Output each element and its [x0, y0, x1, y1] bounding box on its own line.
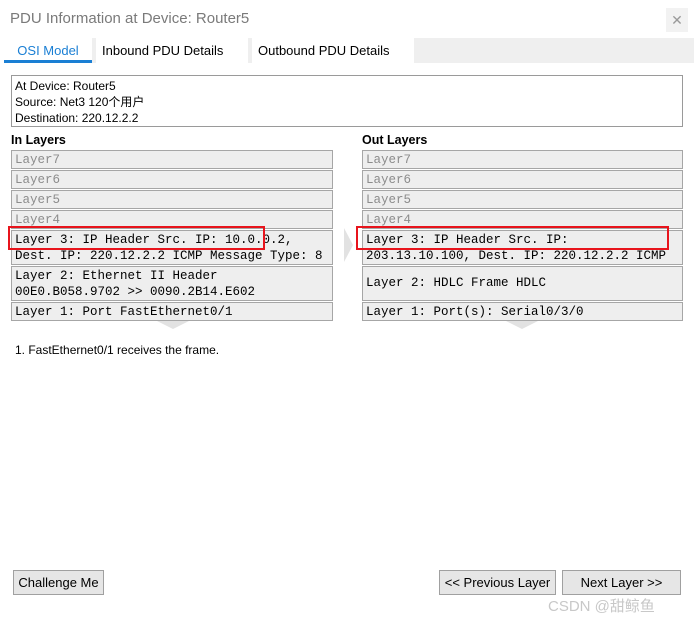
in-layer-6[interactable]: Layer6	[11, 170, 333, 189]
watermark: CSDN @甜鲸鱼	[548, 598, 655, 615]
in-layers-heading: In Layers	[11, 133, 66, 147]
out-layer-3-highlight	[356, 226, 669, 250]
out-layer-2[interactable]: Layer 2: HDLC Frame HDLC	[362, 266, 683, 301]
window-title: PDU Information at Device: Router5	[10, 10, 250, 27]
step-list-item: 1. FastEthernet0/1 receives the frame.	[15, 343, 220, 357]
right-arrow-icon	[344, 228, 353, 262]
device-info-box: At Device: Router5 Source: Net3 120个用户 D…	[11, 75, 683, 127]
challenge-me-button[interactable]: Challenge Me	[13, 570, 104, 595]
tab-outbound-pdu-details[interactable]: Outbound PDU Details	[252, 38, 414, 63]
in-layer-3-highlight	[8, 226, 265, 250]
in-layer-1[interactable]: Layer 1: Port FastEthernet0/1	[11, 302, 333, 321]
tab-osi-model[interactable]: OSI Model	[4, 38, 92, 63]
device-label: At Device: Router5	[15, 79, 116, 93]
next-layer-button[interactable]: Next Layer >>	[562, 570, 681, 595]
in-layer-7[interactable]: Layer7	[11, 150, 333, 169]
previous-layer-button[interactable]: << Previous Layer	[439, 570, 556, 595]
close-icon[interactable]: ✕	[666, 8, 688, 32]
out-layer-6[interactable]: Layer6	[362, 170, 683, 189]
out-layer-5[interactable]: Layer5	[362, 190, 683, 209]
out-layers-heading: Out Layers	[362, 133, 428, 147]
tab-inbound-pdu-details[interactable]: Inbound PDU Details	[96, 38, 248, 63]
out-layer-1[interactable]: Layer 1: Port(s): Serial0/3/0	[362, 302, 683, 321]
out-down-arrow-icon	[506, 321, 538, 329]
in-layer-5[interactable]: Layer5	[11, 190, 333, 209]
source-label: Source: Net3 120个用户	[15, 95, 145, 109]
in-layer-2[interactable]: Layer 2: Ethernet II Header 00E0.B058.97…	[11, 266, 333, 301]
destination-label: Destination: 220.12.2.2	[15, 111, 139, 125]
in-down-arrow-icon	[157, 321, 189, 329]
out-layer-7[interactable]: Layer7	[362, 150, 683, 169]
